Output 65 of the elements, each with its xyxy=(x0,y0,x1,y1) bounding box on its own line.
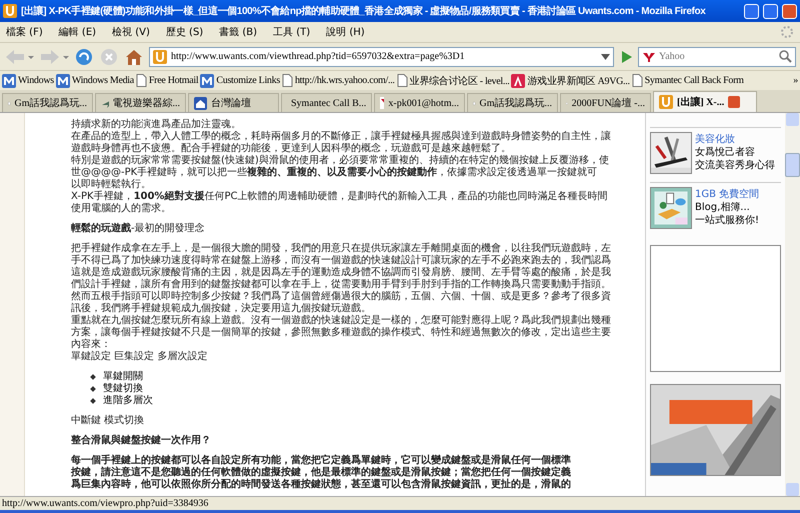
bullet-icon xyxy=(90,374,96,380)
u-icon xyxy=(659,95,673,109)
m-icon xyxy=(200,74,214,88)
go-icon[interactable] xyxy=(619,50,633,64)
paragraph: 把手裡鍵作成拿在左手上，是一個很大膽的開發，我們的用意只在提供玩家讓左手離開桌面的機會，以往我們玩遊戲時，左 手不得已爲了加快練功速度得時常在鍵盤上游移，而沒有一個遊戲的快速鍵設計可讓玩家的左手不必跑來跑去的，我們認爲 這就是造成遊戲玩家腰酸背痛的主因，就是因爲左手的運動造成身體不協調而引發肩膀、腰間、左手臂等處的酸痛，於是我 們設計手裡鍵，讓所有會用到的鍵盤按鍵都可以拿在手上，從需要動用手臂到手肘到手指的工作轉換爲只需要動動手指頭。 然而五根手指頭可以即時控制多少按鍵？我們爲了這個曾經傷過很大的腦筋，五個、六個、十個、或是更多？參考了很多資 訊後，我們將手裡鍵規範成九個按鍵，決定要用這九個按鍵玩遊戲。 重點就在九個按鍵怎麼玩所有線上遊戲。沒有一個遊戲的快速鍵設定是一樣的，怎麼可能對應得上呢？爲此我們規劃出幾種 方案，讓每個手裡鍵按鍵不只是一個簡單的按鍵，參照無數多種遊戲的操作模式、特性和經過無數次的修改，定出這些主要 內容來： 單鍵設定 巨集設定 多層次設定 xyxy=(71,243,611,363)
bookmark-item[interactable]: 业界综合讨论区 - level... xyxy=(396,74,510,88)
list-item: 單鍵開關 xyxy=(103,371,143,382)
menu-item[interactable]: 檢視 (V) xyxy=(112,25,150,39)
browser-tab[interactable]: x-pk001@hotm... xyxy=(374,93,465,112)
bullet-icon xyxy=(90,386,96,392)
search-field[interactable]: Yahoo xyxy=(638,46,796,66)
address-field[interactable]: http://www.uwants.com/viewthread.php?tid=6597032&extra=page%3D1 xyxy=(149,46,614,66)
bookmark-item[interactable]: Windows Media xyxy=(56,74,134,88)
minimize-button[interactable] xyxy=(744,4,759,18)
menu-item[interactable]: 歷史 (S) xyxy=(166,25,204,39)
bookmark-item[interactable]: Windows xyxy=(2,74,54,88)
throbber-icon xyxy=(780,25,794,39)
a-icon xyxy=(511,74,526,88)
browser-tab[interactable]: [出讓] X-... xyxy=(653,91,757,112)
ad-text: 交流美容秀身心得 xyxy=(695,159,775,172)
bookmark-item[interactable]: Customize Links xyxy=(200,74,280,88)
u-icon xyxy=(153,50,167,64)
menu-item[interactable]: 編輯 (E) xyxy=(58,25,96,39)
close-tab-icon[interactable] xyxy=(728,96,740,108)
bullet-icon xyxy=(90,398,96,404)
house-icon xyxy=(194,96,207,110)
ad-title-link[interactable]: 1GB 免費空間 xyxy=(695,187,760,201)
browser-tab[interactable]: 台灣論壇 xyxy=(188,93,279,112)
paragraph: 整合滑鼠與鍵盤按鍵一次作用？ xyxy=(71,435,211,447)
ad-text: 一站式服務你! xyxy=(695,214,760,227)
paragraph: 中斷鍵 模式切換 xyxy=(71,415,144,427)
list-item: 雙鍵切換 xyxy=(103,383,143,394)
dropdown-icon[interactable] xyxy=(601,54,610,60)
m-icon xyxy=(56,74,70,88)
browser-tab[interactable]: Gm話我認爲玩... xyxy=(467,93,558,112)
search-icon[interactable] xyxy=(779,50,792,63)
u-icon xyxy=(3,4,17,18)
search-input[interactable]: Yahoo xyxy=(659,51,776,62)
paragraph: 每一個手裡鍵上的按鍵都可以各自設定所有功能，當您把它定義爲單鍵時，它可以變成鍵盤或是滑鼠任何一個標準 按鍵，請注意這不是您聽過的任何軟體做的虛擬按鍵，他是最標準的鍵盤或是滑鼠按鍵；當您把任何一個按鍵定義 爲巨集內容時，他可以依照你所分配的時間發送各種按鍵狀態，甚至還可以包含滑鼠按鍵資訊，更扯的是，滑鼠的 xyxy=(71,455,571,491)
list-item: 進階多層次 xyxy=(103,395,153,407)
browser-tab[interactable]: 電視遊樂器綜... xyxy=(95,93,186,112)
menu-item[interactable]: 檔案 (F) xyxy=(6,25,43,39)
more-bookmarks-button[interactable]: » xyxy=(793,75,798,86)
ad-text: 女爲悅己者容 xyxy=(695,146,756,159)
reload-icon[interactable] xyxy=(74,46,94,66)
close-button[interactable] xyxy=(782,4,797,18)
menu-item[interactable]: 書籤 (B) xyxy=(219,25,258,39)
ad-title-link[interactable]: 美容化妝 xyxy=(695,132,775,146)
window-title: [出讓] X-PK手裡鍵(硬體)功能和外掛一樣_但這一個100%不會給np擋的輔助硬體_香港全成獨家 - 虛擬物品/服務類買賣 - 香港討論區 Uwants.com - Mozilla Firefox xyxy=(21,4,706,18)
bookmark-item[interactable]: Symantec Call Back Form xyxy=(632,74,744,87)
bookmark-item[interactable]: http://hk.wrs.yahoo.com/... xyxy=(282,74,395,87)
bookmark-item[interactable]: 游戏业界新闻区 A9VG... xyxy=(511,74,630,88)
browser-tab[interactable]: Gm話我認爲玩... xyxy=(2,93,93,112)
ad-text: Blog,相簿... xyxy=(695,201,751,214)
menu-item[interactable]: 說明 (H) xyxy=(326,25,365,39)
scrollbar[interactable] xyxy=(785,113,800,496)
m-icon xyxy=(2,74,16,88)
paragraph: 輕鬆的玩遊戲-最初的開發理念 xyxy=(71,223,205,235)
browser-tab[interactable]: 2000FUN論壇 -... xyxy=(560,93,651,112)
paragraph: 持續求新的功能演進爲產品加注靈魂。 在產品的造型上，帶入人體工學的概念，耗時兩個多月的不斷修正，讓手裡鍵極具握感與達到遊戲時身體姿勢的自主性，讓 遊戲時身體再也不疲憊。配合手裡鍵的功能後，更達到人因科學的概念，玩遊戲可是越來越輕鬆了。 特別是遊戲的玩家常常需要按鍵盤(快速鍵)與滑鼠的使用者，必須要常常重複的、持續的在特定的幾個按鍵上反覆游移，使 世@@@@-PK手裡鍵時，就可以把一些複雜的、重複的、以及需要小心的按鍵動作，依據需求設定後透過單一按鍵就可 以即時輕鬆執行。 X-PK手裡鍵，100%絕對支援任何PC上軟體的周邊輔助硬體，是劃時代的新輸入工具，產品的功能也同時滿足各種長時間 使用電腦的人的需求。 xyxy=(71,119,611,215)
maximize-button[interactable] xyxy=(763,4,778,18)
bookmark-item[interactable]: Free Hotmail xyxy=(136,74,198,87)
address-input[interactable]: http://www.uwants.com/viewthread.php?tid=6597032&extra=page%3D1 xyxy=(171,51,597,62)
menu-item[interactable]: 工具 (T) xyxy=(273,25,310,39)
browser-tab[interactable]: Symantec Call B... xyxy=(281,93,372,112)
